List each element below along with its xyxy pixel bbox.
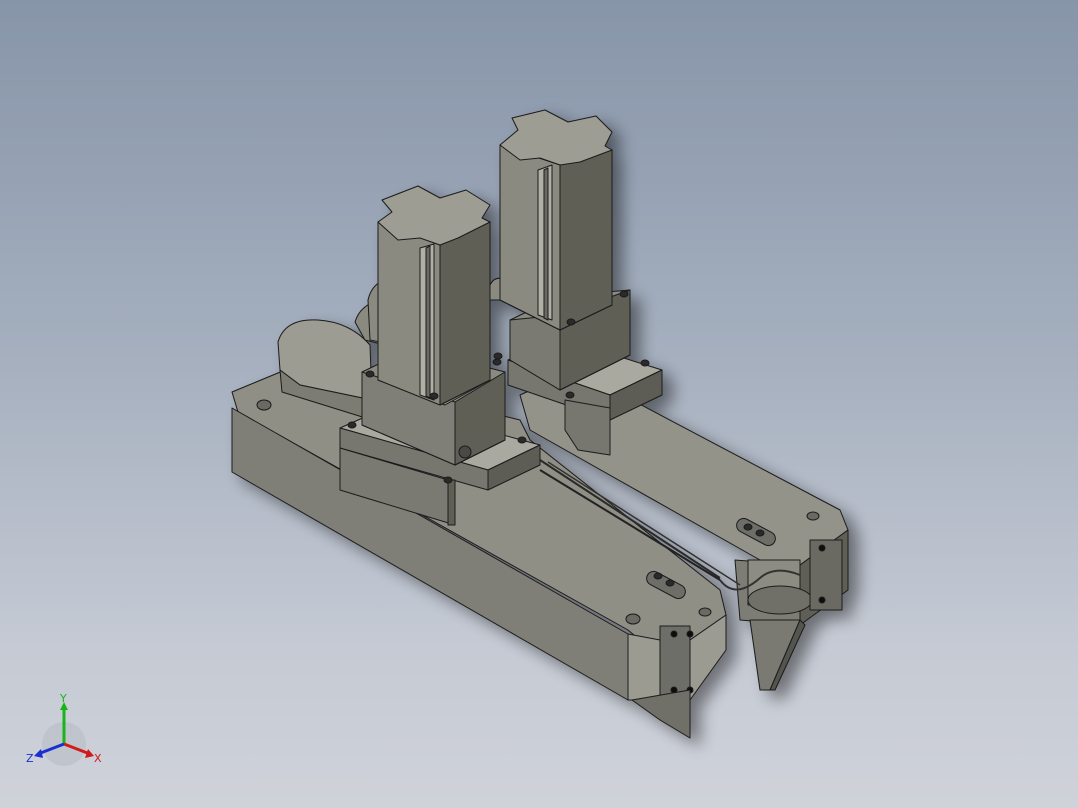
coordinate-triad[interactable]: Y X Z [22,692,112,772]
3d-model-view[interactable] [0,0,1078,808]
y-axis-label: Y [59,692,67,705]
graphics-viewport[interactable]: Y X Z [0,0,1078,808]
z-axis-arrowhead [34,749,43,758]
assembly-model[interactable] [231,109,849,739]
z-axis-label: Z [26,752,34,765]
x-axis-label: X [94,752,102,765]
